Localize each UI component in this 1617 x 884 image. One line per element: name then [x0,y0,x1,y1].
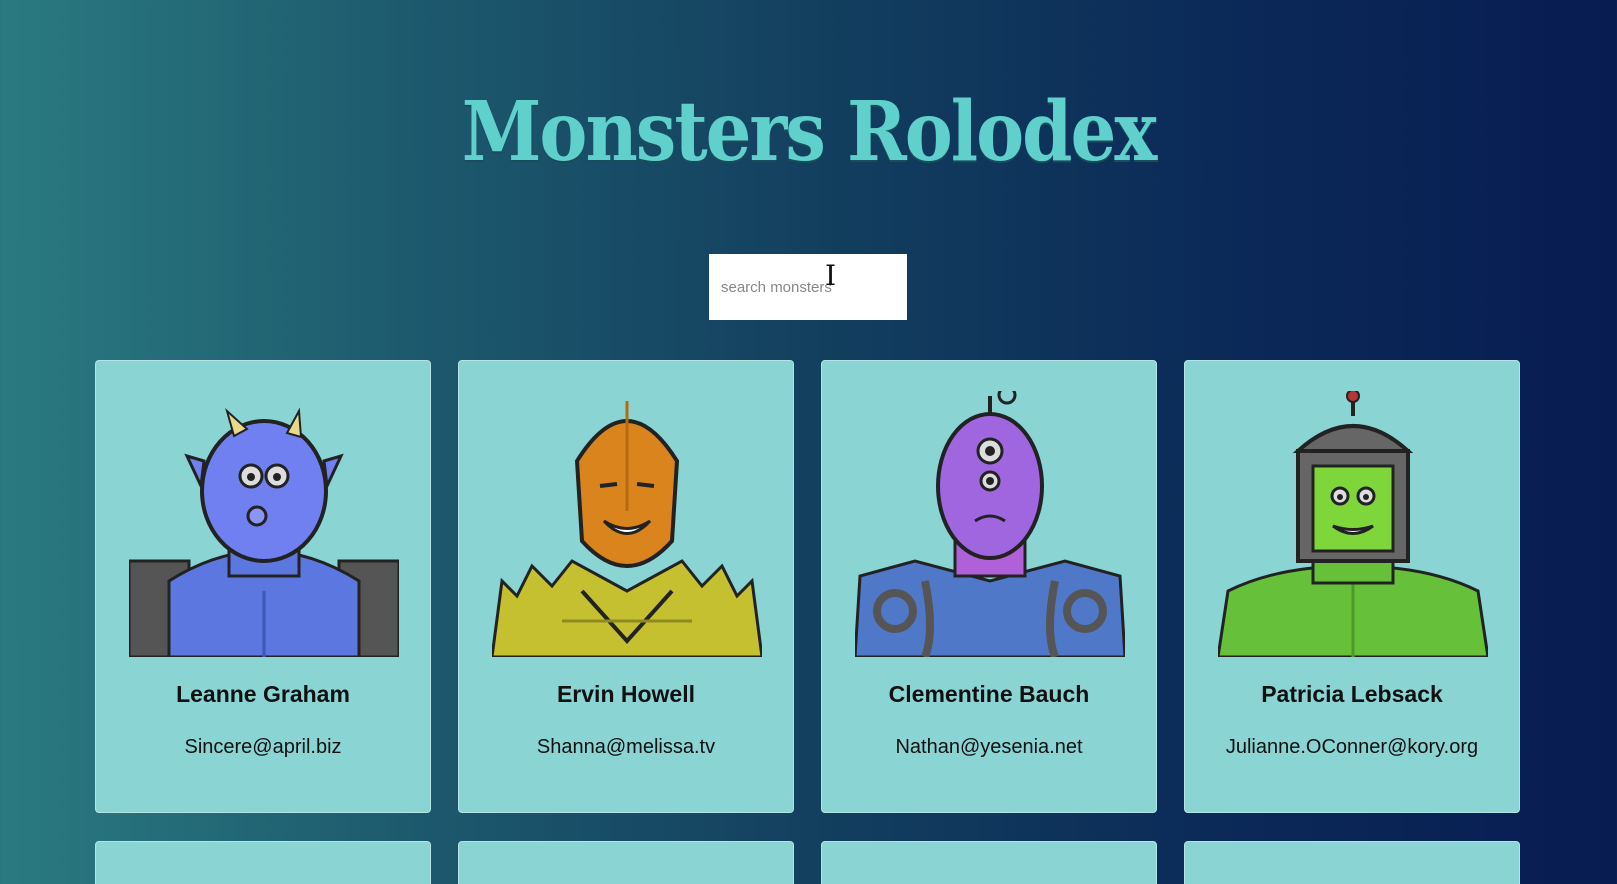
monster-card[interactable]: Ervin Howell Shanna@melissa.tv [458,360,794,813]
text-cursor-icon: I [825,259,837,292]
monster-name: Ervin Howell [556,681,696,707]
monster-email: Shanna@melissa.tv [536,736,716,758]
monster-card[interactable] [458,841,794,884]
page-title: Monsters Rolodex [461,81,1158,180]
orange-spiky-monster-portrait [492,401,762,657]
monster-email: Nathan@yesenia.net [895,736,1083,758]
monster-name: Patricia Lebsack [1261,681,1443,707]
monster-card[interactable] [1184,841,1520,884]
monster-card[interactable]: Clementine Bauch Nathan@yesenia.net [821,360,1157,813]
blue-horned-monster-portrait [129,407,399,657]
monster-card[interactable] [95,841,431,884]
monster-card[interactable]: Patricia Lebsack Julianne.OConner@kory.o… [1184,360,1520,813]
monster-name: Leanne Graham [176,681,350,707]
monster-card[interactable]: Leanne Graham Sincere@april.biz [95,360,431,813]
monster-email: Sincere@april.biz [184,736,342,758]
monster-name: Clementine Bauch [888,681,1090,707]
green-robot-monster-portrait [1218,391,1488,657]
monster-email: Julianne.OConner@kory.org [1225,736,1479,758]
purple-cyclops-monster-portrait [855,391,1125,657]
search-input[interactable] [709,254,907,320]
card-list: Leanne Graham Sincere@april.biz Ervin Ho… [95,360,1521,884]
monster-card[interactable] [821,841,1157,884]
